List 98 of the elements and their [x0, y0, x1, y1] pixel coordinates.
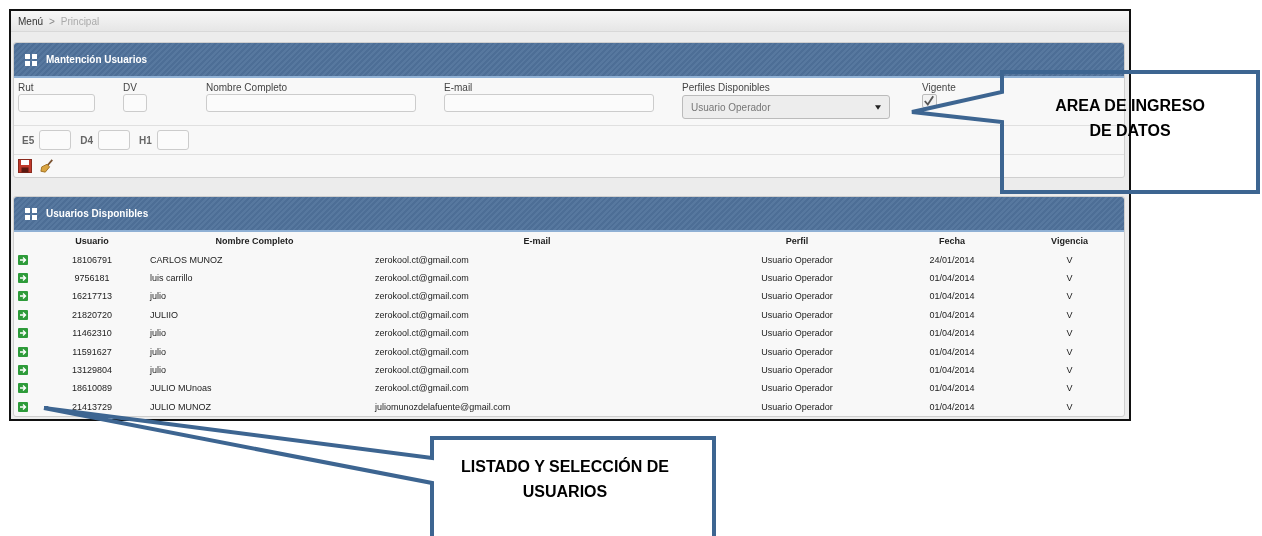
field-label: H1 [139, 134, 152, 146]
table-cell-text: 18610089 [70, 383, 113, 394]
breadcrumb-link[interactable]: Principal [60, 15, 100, 27]
table-cell-text: V [1065, 401, 1074, 412]
table-cell-text: CARLOS MUNOZ [149, 254, 224, 265]
field-label: D4 [80, 134, 94, 146]
column-header: Usuario [74, 236, 110, 247]
table-cell-text: Usuario Operador [760, 272, 834, 283]
table-cell-text: zerokool.ct@gmail.com [374, 254, 470, 265]
arrow-icon[interactable] [18, 346, 28, 357]
field-label: Perfiles Disponibles [682, 82, 771, 93]
panel-title: Usuarios Disponibles [46, 208, 149, 219]
table-cell-text: V [1065, 328, 1074, 339]
table-cell-text: Usuario Operador [760, 383, 834, 394]
grid-icon [25, 207, 37, 220]
table-cell-text: 21820720 [70, 309, 113, 320]
table-cell-text: zerokool.ct@gmail.com [374, 328, 470, 339]
table-cell-text: Usuario Operador [760, 364, 834, 375]
save-icon[interactable] [18, 159, 32, 173]
column-header: Vigencia [1050, 236, 1089, 247]
table-cell-text: 01/04/2014 [928, 364, 976, 375]
field-label: Nombre Completo [206, 82, 289, 93]
table-cell-text: julio [148, 364, 167, 375]
column-header: Perfil [784, 236, 810, 247]
arrow-icon[interactable] [18, 291, 28, 302]
arrow-icon[interactable] [18, 401, 28, 412]
input-field[interactable] [206, 94, 416, 112]
table-cell-text: 01/04/2014 [928, 401, 976, 412]
table-cell-text: julio [148, 328, 167, 339]
table-cell-text: Usuario Operador [760, 291, 834, 302]
field-label: E-mail [444, 82, 474, 93]
table-cell-text: V [1065, 254, 1074, 265]
checkbox[interactable] [922, 94, 937, 108]
profile-dropdown[interactable]: Usuario Operador [682, 95, 890, 119]
callout-text: LISTADO Y SELECCIÓN DE USUARIOS [460, 456, 670, 502]
input-field[interactable] [156, 130, 189, 150]
field-label: E5 [22, 134, 35, 146]
table-cell-text: zerokool.ct@gmail.com [374, 346, 470, 357]
table-cell-text: 11462310 [71, 328, 113, 339]
table-cell-text: Usuario Operador [760, 309, 834, 320]
table-cell-text: Usuario Operador [760, 328, 834, 339]
table-cell-text: 01/04/2014 [928, 291, 976, 302]
table-cell-text: JULIIO [149, 309, 179, 320]
table-cell-text: 01/04/2014 [928, 328, 976, 339]
input-field[interactable] [39, 130, 72, 150]
arrow-icon[interactable] [18, 272, 28, 283]
arrow-icon[interactable] [18, 364, 28, 375]
column-header: Nombre Completo [214, 236, 295, 247]
input-field[interactable] [18, 94, 95, 112]
table-cell-text: V [1065, 346, 1074, 357]
table-cell-text: V [1065, 309, 1074, 320]
caret-icon [875, 104, 881, 110]
table-cell-text: Usuario Operador [760, 346, 834, 357]
breadcrumb-link[interactable]: Menú [18, 15, 43, 27]
table-cell-text: Usuario Operador [760, 401, 834, 412]
broom-icon[interactable] [40, 159, 54, 173]
table-cell-text: 11591627 [71, 346, 113, 357]
column-header: Fecha [938, 236, 966, 247]
table-cell-text: Usuario Operador [760, 254, 834, 265]
table-cell-text: 01/04/2014 [928, 346, 976, 357]
arrow-icon[interactable] [18, 383, 28, 394]
table-cell-text: zerokool.ct@gmail.com [374, 272, 470, 283]
table-cell-text: julio [148, 346, 167, 357]
table-cell-text: 24/01/2014 [928, 254, 976, 265]
input-field[interactable] [123, 94, 147, 112]
table-cell-text: zerokool.ct@gmail.com [374, 291, 470, 302]
table-cell-text: V [1065, 272, 1074, 283]
table-cell-text: 01/04/2014 [928, 309, 976, 320]
field-label: Vigente [922, 82, 956, 93]
table-cell-text: 01/04/2014 [928, 272, 976, 283]
table-cell-text: 18106791 [70, 254, 113, 265]
field-label: Rut [18, 82, 35, 93]
table-cell-text: zerokool.ct@gmail.com [374, 383, 470, 394]
input-field[interactable] [444, 94, 654, 112]
table-cell-text: julio [148, 291, 167, 302]
table-cell-text: 9756181 [73, 272, 111, 283]
arrow-icon[interactable] [18, 328, 28, 339]
table-cell-text: juliomunozdelafuente@gmail.com [373, 401, 512, 412]
panel-title: Mantención Usuarios [46, 54, 148, 65]
arrow-icon[interactable] [18, 309, 28, 320]
breadcrumb-separator: > [49, 15, 55, 27]
table-cell-text: luis carrillo [149, 272, 194, 283]
table-cell-text: JULIO MUNOZ [149, 401, 212, 412]
table-cell-text: 13129804 [70, 364, 113, 375]
table-cell-text: 21413729 [70, 401, 113, 412]
arrow-icon[interactable] [18, 254, 28, 265]
table-cell-text: 01/04/2014 [928, 383, 976, 394]
table-cell-text: V [1065, 291, 1074, 302]
field-label: DV [123, 82, 138, 93]
table-cell-text: V [1065, 364, 1074, 375]
column-header: E-mail [522, 236, 552, 247]
table-cell-text: JULIO MUnoas [149, 383, 213, 394]
table-cell-text: zerokool.ct@gmail.com [374, 364, 470, 375]
table-cell-text: zerokool.ct@gmail.com [374, 309, 470, 320]
table-cell-text: V [1065, 383, 1074, 394]
table-cell-text: 16217713 [70, 291, 113, 302]
grid-icon [25, 53, 37, 66]
input-field[interactable] [98, 130, 131, 150]
